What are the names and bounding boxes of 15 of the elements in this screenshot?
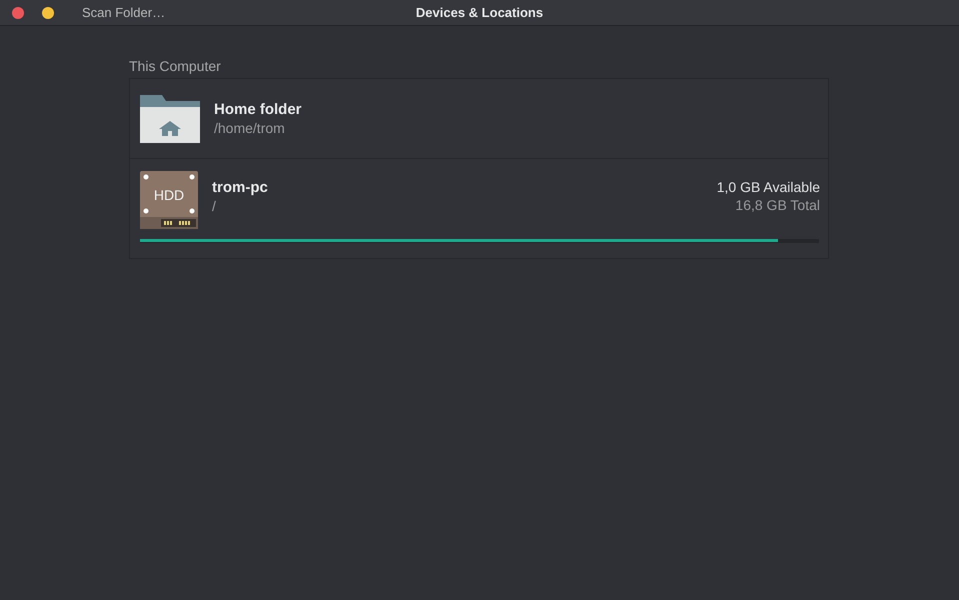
scan-folder-button[interactable]: Scan Folder…	[82, 5, 166, 20]
minimize-button[interactable]	[42, 6, 54, 18]
device-path: /	[212, 198, 217, 214]
device-row[interactable]: Home folder /home/trom	[130, 79, 828, 159]
available-space: 1,0 GB Available	[716, 179, 820, 195]
section-title: This Computer	[129, 58, 222, 74]
device-row[interactable]: HDD trom-pc / 1,0 GB Available 16,8 GB Total	[130, 159, 828, 258]
device-name: trom-pc	[212, 179, 268, 196]
home-folder-icon	[140, 94, 200, 142]
hard-drive-icon: HDD	[140, 171, 198, 229]
close-button[interactable]	[12, 6, 24, 18]
window-title: Devices & Locations	[416, 5, 544, 20]
total-space: 16,8 GB Total	[735, 197, 820, 213]
device-path: /home/trom	[214, 120, 286, 136]
device-name: Home folder	[214, 101, 302, 118]
